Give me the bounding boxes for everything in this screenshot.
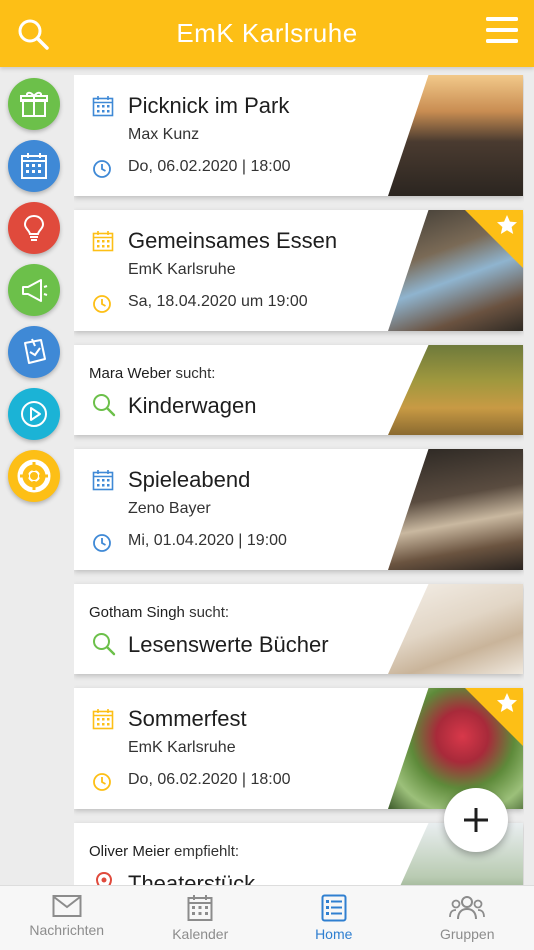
event-card[interactable]: Sommerfest EmK Karlsruhe Do, 06.02.2020 …: [74, 688, 523, 809]
tab-kalender[interactable]: Kalender: [134, 886, 268, 950]
tab-home[interactable]: Home: [267, 886, 401, 950]
category-calendar-button[interactable]: [8, 140, 60, 192]
request-author: Mara Weber sucht:: [89, 365, 215, 382]
event-date: Do, 06.02.2020 | 18:00: [128, 771, 291, 788]
request-item: Lesenswerte Bücher: [128, 632, 329, 657]
search-icon: [93, 394, 116, 417]
app-header: EmK Karlsruhe: [0, 0, 534, 67]
note-icon: [24, 338, 46, 364]
clock-icon: [93, 534, 111, 552]
tab-label: Gruppen: [440, 926, 495, 942]
clock-icon: [93, 295, 111, 313]
author-name: Oliver Meier: [89, 843, 170, 860]
event-host: EmK Karlsruhe: [128, 261, 236, 278]
event-date: Do, 06.02.2020 | 18:00: [128, 158, 291, 175]
star-icon: [497, 693, 517, 712]
megaphone-icon: [22, 279, 48, 302]
category-announcements-button[interactable]: [8, 264, 60, 316]
calendar-icon: [92, 96, 114, 117]
bottom-tab-bar: Nachrichten Kalender Home Gruppen: [0, 885, 534, 950]
tab-label: Home: [315, 926, 353, 942]
lightbulb-icon: [23, 214, 45, 241]
search-icon: [93, 633, 116, 656]
search-request-card[interactable]: Gotham Singh sucht: Lesenswerte Bücher: [74, 584, 523, 674]
tab-nachrichten[interactable]: Nachrichten: [0, 886, 134, 950]
tab-gruppen[interactable]: Gruppen: [401, 886, 534, 950]
request-photo: [388, 345, 523, 435]
request-photo: [388, 584, 523, 674]
category-rail: [8, 78, 60, 512]
request-verb: empfiehlt:: [174, 843, 240, 860]
event-host: Zeno Bayer: [128, 500, 211, 517]
tab-label: Nachrichten: [29, 922, 105, 938]
play-icon: [21, 401, 47, 427]
author-name: Gotham Singh: [89, 604, 185, 621]
request-item: Theaterstück: [128, 871, 256, 885]
event-card[interactable]: Picknick im Park Max Kunz Do, 06.02.2020…: [74, 75, 523, 196]
request-verb: sucht:: [189, 604, 230, 621]
event-title: Spieleabend: [128, 467, 251, 492]
event-title: Sommerfest: [128, 706, 247, 731]
event-photo: [388, 449, 523, 570]
star-icon: [497, 215, 517, 234]
lifebuoy-icon: [17, 459, 51, 493]
category-ideas-button[interactable]: [8, 202, 60, 254]
home-list-icon: [321, 894, 347, 922]
author-name: Mara Weber: [89, 365, 172, 382]
calendar-icon: [187, 895, 213, 921]
request-verb: sucht:: [175, 365, 216, 382]
search-request-card[interactable]: Mara Weber sucht: Kinderwagen: [74, 345, 523, 435]
clock-icon: [93, 773, 111, 791]
category-media-button[interactable]: [8, 388, 60, 440]
add-button[interactable]: [444, 788, 508, 852]
plus-icon: [464, 808, 488, 832]
event-date: Mi, 01.04.2020 | 19:00: [128, 532, 287, 549]
event-date: Sa, 18.04.2020 um 19:00: [128, 293, 308, 310]
request-author: Oliver Meier empfiehlt:: [89, 843, 239, 860]
calendar-icon: [92, 231, 114, 252]
request-item: Kinderwagen: [128, 393, 257, 418]
feed-list: Picknick im Park Max Kunz Do, 06.02.2020…: [74, 75, 524, 885]
event-title: Picknick im Park: [128, 93, 290, 118]
tab-label: Kalender: [172, 926, 229, 942]
event-card[interactable]: Spieleabend Zeno Bayer Mi, 01.04.2020 | …: [74, 449, 523, 570]
event-host: Max Kunz: [128, 126, 200, 143]
category-notes-button[interactable]: [8, 326, 60, 378]
event-photo: [388, 75, 523, 196]
event-title: Gemeinsames Essen: [128, 228, 338, 253]
calendar-icon: [92, 709, 114, 730]
event-host: EmK Karlsruhe: [128, 739, 236, 756]
group-icon: [449, 896, 486, 920]
calendar-icon: [92, 470, 114, 491]
search-icon[interactable]: [16, 17, 50, 51]
gift-icon: [20, 91, 48, 117]
category-help-button[interactable]: [8, 450, 60, 502]
calendar-icon: [21, 153, 47, 179]
request-author: Gotham Singh sucht:: [89, 604, 229, 621]
mail-icon: [52, 895, 82, 917]
event-card[interactable]: Gemeinsames Essen EmK Karlsruhe Sa, 18.0…: [74, 210, 523, 331]
clock-icon: [93, 160, 111, 178]
pin-icon: [95, 871, 113, 885]
page-title: EmK Karlsruhe: [176, 18, 358, 48]
category-gift-button[interactable]: [8, 78, 60, 130]
menu-icon[interactable]: [486, 16, 518, 44]
